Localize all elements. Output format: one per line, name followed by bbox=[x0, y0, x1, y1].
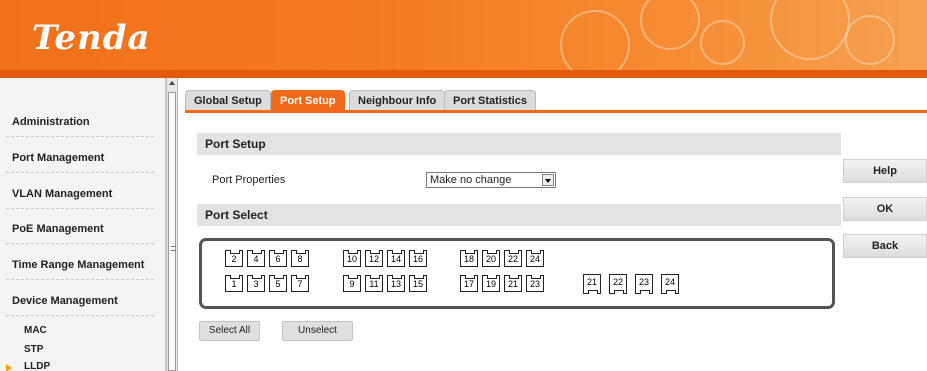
port-17-icon[interactable]: 17 bbox=[460, 275, 478, 292]
sidebar-scrollbar[interactable] bbox=[166, 78, 178, 371]
port-23-icon[interactable]: 23 bbox=[526, 275, 544, 292]
port-properties-label: Port Properties bbox=[212, 174, 286, 186]
port-11-icon[interactable]: 11 bbox=[365, 275, 383, 292]
sidebar-divider bbox=[6, 136, 154, 137]
chevron-down-icon[interactable] bbox=[542, 174, 554, 186]
decor-bubble bbox=[700, 20, 745, 65]
port-10-icon[interactable]: 10 bbox=[343, 250, 361, 267]
sidebar-divider bbox=[6, 243, 154, 244]
port-24-icon[interactable]: 24 bbox=[661, 274, 679, 294]
help-button[interactable]: Help bbox=[843, 159, 927, 183]
port-19-icon[interactable]: 19 bbox=[482, 275, 500, 292]
tab-port-setup[interactable]: Port Setup bbox=[271, 90, 345, 111]
port-6-icon[interactable]: 6 bbox=[269, 250, 287, 267]
back-button[interactable]: Back bbox=[843, 234, 927, 258]
sidebar-item-device-management[interactable]: Device Management bbox=[12, 295, 118, 307]
port-21-icon[interactable]: 21 bbox=[583, 274, 601, 294]
section-port-setup: Port Setup bbox=[197, 133, 841, 155]
sidebar-item-poe-management[interactable]: PoE Management bbox=[12, 223, 104, 235]
tabs-underline bbox=[185, 110, 927, 113]
port-2-icon[interactable]: 2 bbox=[225, 250, 243, 267]
header-divider bbox=[0, 70, 927, 78]
port-9-icon[interactable]: 9 bbox=[343, 275, 361, 292]
sidebar-item-port-management[interactable]: Port Management bbox=[12, 152, 104, 164]
port-7-icon[interactable]: 7 bbox=[291, 275, 309, 292]
sidebar-subitem-mac[interactable]: MAC bbox=[24, 325, 47, 336]
sidebar-item-time-range-management[interactable]: Time Range Management bbox=[12, 259, 144, 271]
sidebar-divider bbox=[6, 279, 154, 280]
decor-bubble bbox=[770, 0, 850, 60]
port-24-icon[interactable]: 24 bbox=[526, 250, 544, 267]
port-panel: 2 4 6 8 10 12 14 16 18 20 22 24 1 3 5 7 9 11 13 15 17 19 21 23 2… bbox=[199, 238, 835, 309]
port-5-icon[interactable]: 5 bbox=[269, 275, 287, 292]
tab-port-statistics[interactable]: Port Statistics bbox=[444, 90, 536, 111]
selected-arrow-icon bbox=[6, 364, 12, 371]
ok-button[interactable]: OK bbox=[843, 197, 927, 221]
brand-logo: Tenda bbox=[32, 18, 151, 58]
header-banner: Tenda bbox=[0, 0, 927, 78]
tab-global-setup[interactable]: Global Setup bbox=[185, 90, 271, 111]
port-1-icon[interactable]: 1 bbox=[225, 275, 243, 292]
port-13-icon[interactable]: 13 bbox=[387, 275, 405, 292]
port-4-icon[interactable]: 4 bbox=[247, 250, 265, 267]
port-properties-select[interactable]: Make no change bbox=[426, 172, 556, 188]
port-22-icon[interactable]: 22 bbox=[504, 250, 522, 267]
decor-bubble bbox=[560, 10, 630, 78]
port-20-icon[interactable]: 20 bbox=[482, 250, 500, 267]
port-properties-value: Make no change bbox=[430, 174, 512, 186]
port-12-icon[interactable]: 12 bbox=[365, 250, 383, 267]
sidebar-subitem-lldp[interactable]: LLDP bbox=[24, 361, 50, 371]
decor-bubble bbox=[845, 15, 895, 65]
sidebar-divider bbox=[6, 315, 154, 316]
scroll-up-arrow-icon[interactable] bbox=[169, 81, 175, 85]
scroll-grip-icon bbox=[171, 246, 176, 251]
select-all-button[interactable]: Select All bbox=[199, 321, 260, 341]
tab-neighbour-info[interactable]: Neighbour Info bbox=[349, 90, 446, 111]
unselect-button[interactable]: Unselect bbox=[282, 321, 353, 341]
port-3-icon[interactable]: 3 bbox=[247, 275, 265, 292]
port-21-icon[interactable]: 21 bbox=[504, 275, 522, 292]
sidebar: Administration Port Management VLAN Mana… bbox=[0, 78, 166, 371]
port-14-icon[interactable]: 14 bbox=[387, 250, 405, 267]
port-8-icon[interactable]: 8 bbox=[291, 250, 309, 267]
decor-bubble bbox=[640, 0, 700, 50]
sidebar-subitem-stp[interactable]: STP bbox=[24, 344, 43, 355]
port-16-icon[interactable]: 16 bbox=[409, 250, 427, 267]
sidebar-divider bbox=[6, 172, 154, 173]
scroll-thumb[interactable] bbox=[168, 92, 176, 371]
sidebar-divider bbox=[6, 208, 154, 209]
sidebar-item-vlan-management[interactable]: VLAN Management bbox=[12, 188, 112, 200]
port-22-icon[interactable]: 22 bbox=[609, 274, 627, 294]
port-15-icon[interactable]: 15 bbox=[409, 275, 427, 292]
section-port-select: Port Select bbox=[197, 204, 841, 226]
port-18-icon[interactable]: 18 bbox=[460, 250, 478, 267]
port-23-icon[interactable]: 23 bbox=[635, 274, 653, 294]
sidebar-item-administration[interactable]: Administration bbox=[12, 116, 90, 128]
